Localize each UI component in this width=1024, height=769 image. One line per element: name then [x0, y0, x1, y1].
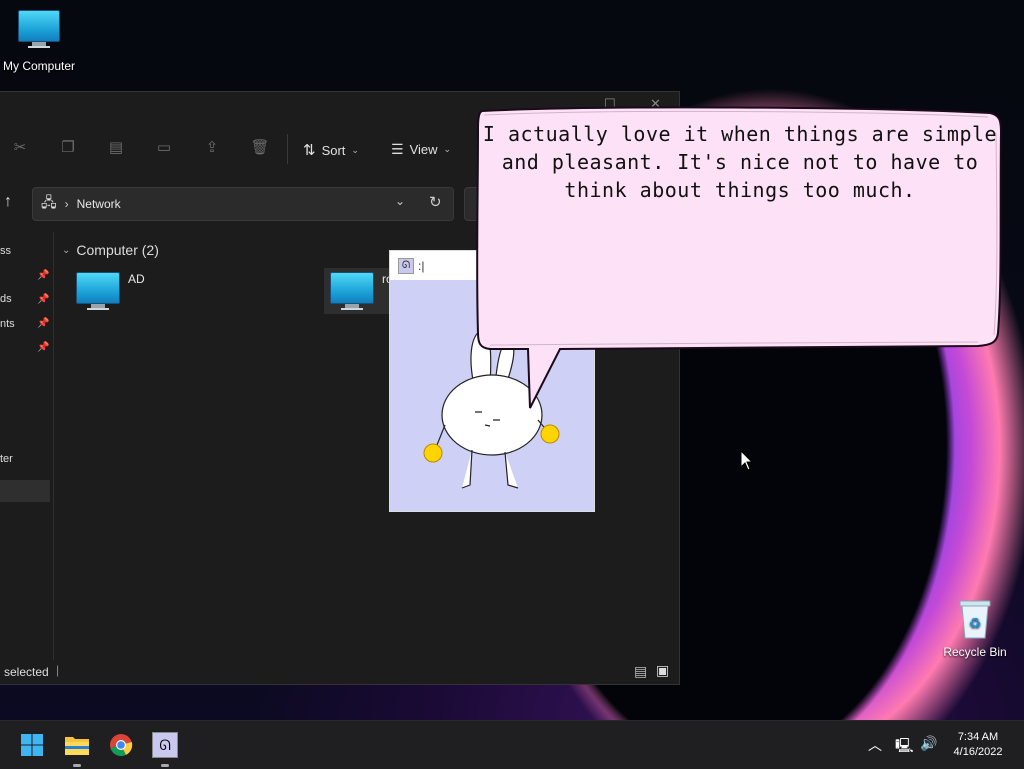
toolbar-separator [287, 134, 288, 164]
nav-item-label[interactable]: ter [0, 453, 13, 465]
share-icon[interactable]: ⇪ [202, 138, 222, 158]
computer-icon [330, 272, 374, 310]
pin-icon: 📌 [37, 318, 50, 329]
view-button[interactable]: ☰ View ⌄ [391, 141, 451, 158]
volume-icon[interactable]: 🔊 [920, 735, 937, 752]
status-bar: selected | ▤ ▣ [0, 660, 679, 684]
taskbar: ᘏ ︿ 🖳 🔊 7:34 AM 4/16/2022 [0, 720, 1024, 769]
delete-icon[interactable]: 🗑 [250, 138, 270, 158]
nav-item-selected[interactable] [0, 480, 50, 502]
bunny-app-icon: ᘏ [398, 257, 414, 274]
desktop-icon-label: My Computer [2, 59, 76, 73]
running-indicator [73, 764, 81, 767]
pin-icon: 📌 [37, 270, 50, 281]
sort-button[interactable]: ⇅ Sort ⌄ [303, 141, 359, 159]
file-item-ro[interactable]: ro [324, 268, 393, 314]
section-header-computer[interactable]: ⌄ Computer (2) [62, 242, 159, 258]
clock-date: 4/16/2022 [953, 746, 1003, 758]
paste-icon[interactable]: ▤ [106, 138, 126, 158]
svg-text:♻: ♻ [969, 615, 982, 631]
pin-icon: 📌 [37, 294, 50, 305]
status-text: selected [4, 665, 49, 679]
sort-label: Sort [321, 142, 346, 158]
breadcrumb-network[interactable]: Network [77, 197, 121, 211]
start-button[interactable] [16, 729, 48, 761]
mouse-cursor-icon [740, 450, 754, 471]
folder-icon [65, 737, 89, 755]
status-divider: | [56, 663, 60, 677]
nav-item-label[interactable]: nts [0, 318, 15, 330]
refresh-icon[interactable]: ↻ [429, 193, 442, 211]
desktop-icon-my-computer[interactable]: My Computer [0, 10, 78, 73]
rename-icon[interactable]: ▭ [154, 138, 174, 158]
computer-icon [76, 272, 120, 310]
nav-item-label[interactable]: ss [0, 245, 11, 257]
view-icon: ☰ [391, 141, 404, 157]
details-view-icon[interactable]: ▤ [634, 663, 647, 680]
taskbar-chrome[interactable] [105, 729, 137, 761]
running-indicator [161, 764, 169, 767]
section-title: Computer (2) [76, 242, 159, 258]
up-arrow-icon[interactable]: ↑ [4, 193, 12, 211]
navigation-pane: ss 📌 ds 📌 nts 📌 📌 ter [0, 232, 54, 660]
network-icon: 🖧 [41, 194, 57, 210]
chrome-icon [110, 734, 133, 756]
chevron-down-icon: ⌄ [443, 144, 452, 154]
cut-icon[interactable]: ✂ [10, 138, 30, 158]
desktop-icon-recycle-bin[interactable]: ♻ Recycle Bin [940, 598, 1010, 659]
address-bar[interactable]: 🖧 › Network ⌄ ↻ [32, 187, 454, 221]
file-item-name: AD [128, 272, 145, 286]
speech-line: and pleasant. It's nice not to have to [501, 150, 979, 174]
clock-time: 7:34 AM [957, 731, 999, 743]
address-dropdown-icon[interactable]: ⌄ [395, 194, 405, 208]
mascot-title: :| [418, 258, 425, 273]
speech-bubble-text: I actually love it when things are simpl… [480, 120, 1000, 204]
bunny-app-icon: ᘏ [152, 732, 178, 758]
tiles-view-icon[interactable]: ▣ [656, 662, 669, 679]
monitor-icon [18, 10, 60, 48]
speech-line: think about things too much. [564, 178, 916, 202]
taskbar-mascot-app[interactable]: ᘏ [149, 729, 181, 767]
chevron-down-icon: ⌄ [62, 244, 71, 256]
taskbar-file-explorer[interactable] [61, 729, 93, 767]
copy-icon[interactable]: ❐ [58, 138, 78, 158]
windows-logo-icon [21, 734, 43, 756]
pin-icon: 📌 [37, 342, 50, 353]
network-status-icon[interactable]: 🖳 [895, 735, 914, 759]
sort-icon: ⇅ [303, 142, 316, 159]
breadcrumb-chevron-icon: › [64, 197, 69, 211]
chevron-down-icon: ⌄ [351, 144, 359, 155]
file-item-ad[interactable]: AD [76, 272, 145, 310]
chevron-up-icon[interactable]: ︿ [868, 735, 882, 755]
desktop-icon-label: Recycle Bin [943, 645, 1007, 659]
recycle-bin-icon: ♻ [959, 600, 991, 639]
view-label: View [409, 142, 438, 157]
nav-item-label[interactable]: ds [0, 293, 12, 305]
clock[interactable]: 7:34 AM 4/16/2022 [946, 730, 1010, 760]
speech-line: I actually love it when things are simpl… [482, 122, 998, 146]
